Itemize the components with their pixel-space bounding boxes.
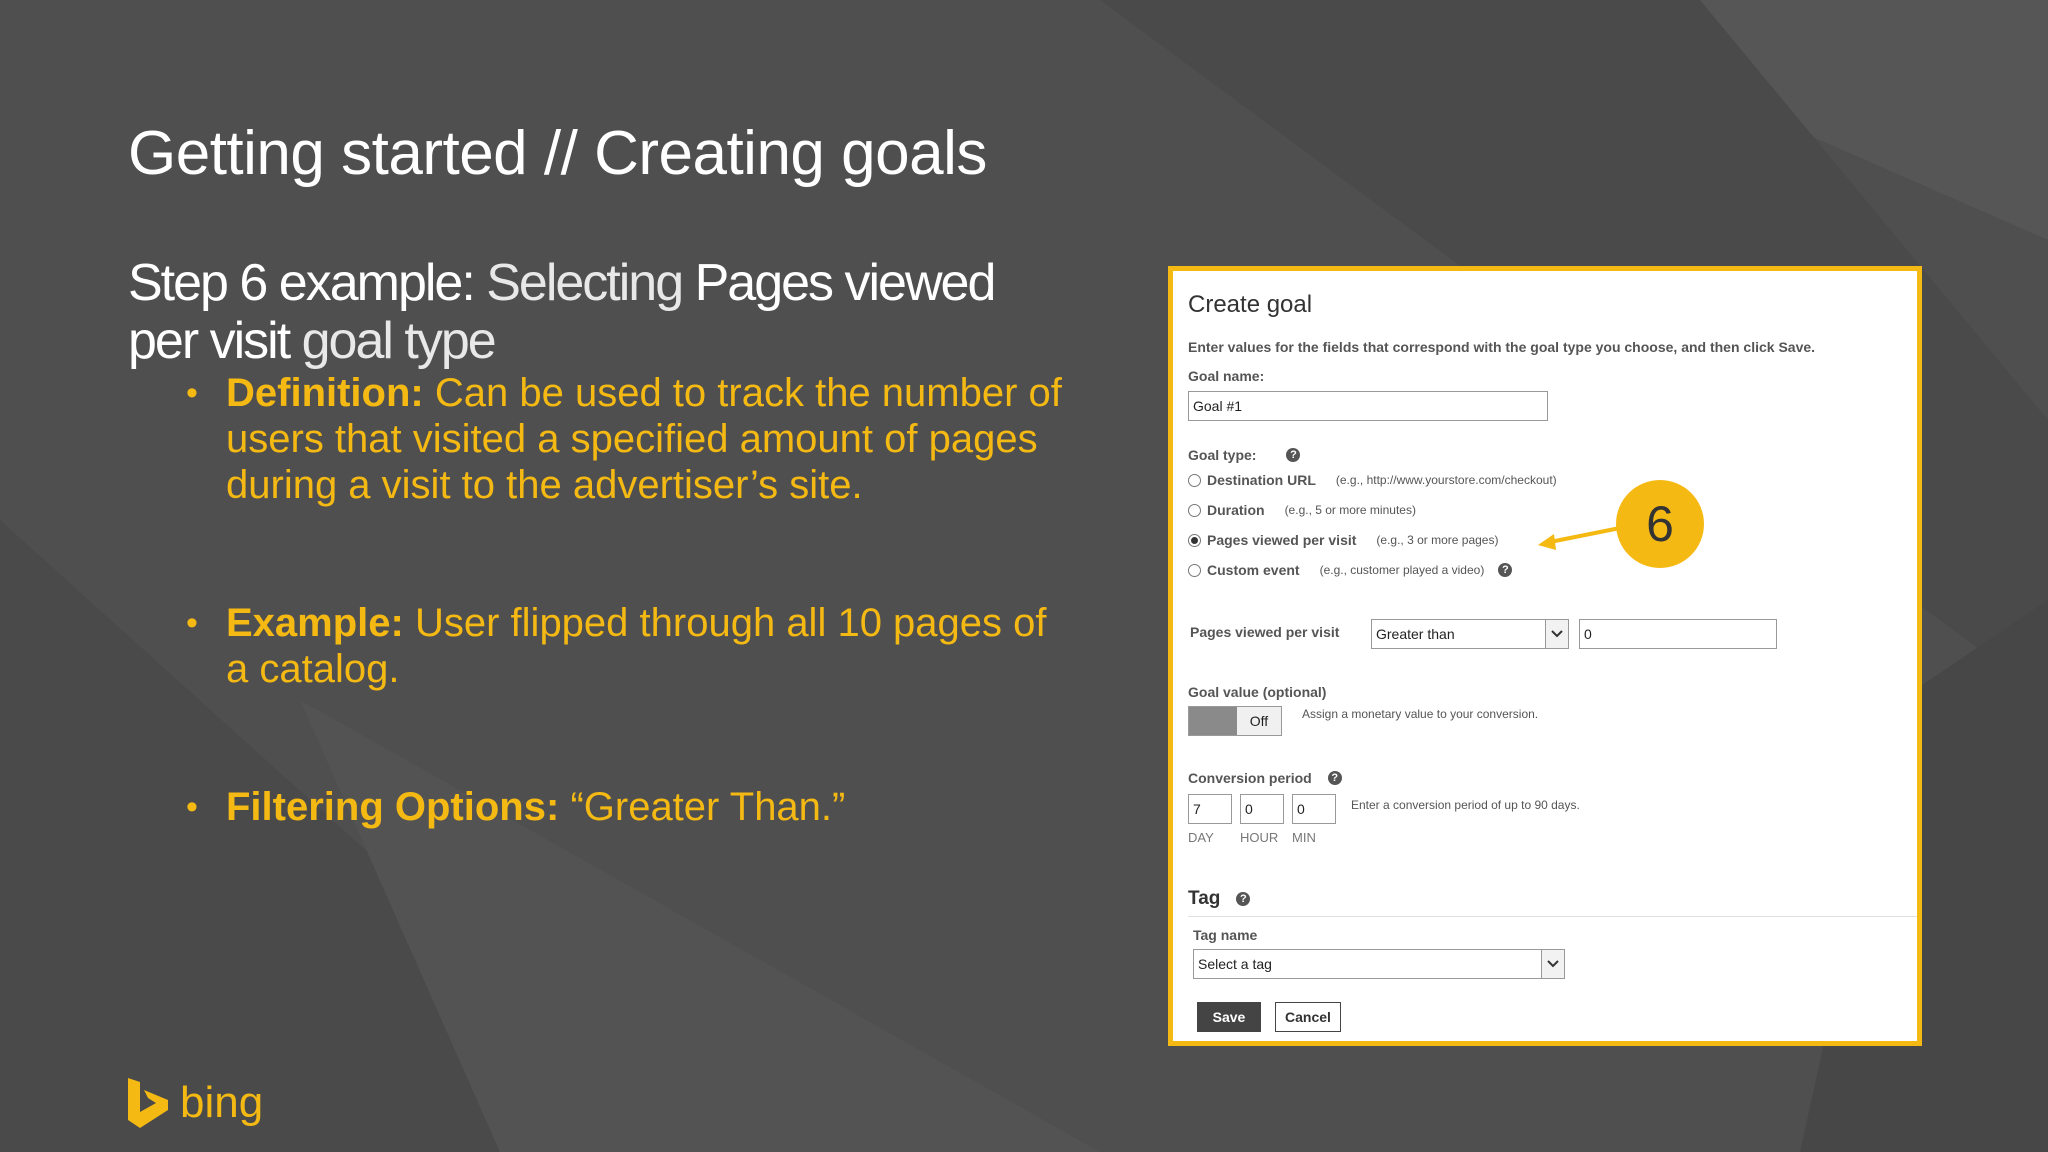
- goal-type-option-label: Custom event: [1207, 562, 1300, 578]
- pages-operator-select[interactable]: Greater than: [1371, 619, 1569, 649]
- pages-viewed-label: Pages viewed per visit: [1190, 624, 1340, 640]
- step-number-badge: 6: [1616, 480, 1704, 568]
- bullet-text: “Greater Than.”: [570, 785, 846, 829]
- callout-arrow-icon: [1538, 526, 1621, 550]
- tag-select[interactable]: Select a tag: [1193, 949, 1565, 979]
- toggle-knob: [1189, 707, 1237, 735]
- tag-name-label: Tag name: [1193, 927, 1258, 943]
- bullet-definition: • Definition: Can be used to track the n…: [186, 370, 1066, 508]
- conversion-day-value: 7: [1193, 801, 1201, 817]
- toggle-state: Off: [1237, 707, 1281, 735]
- cancel-button[interactable]: Cancel: [1275, 1002, 1341, 1032]
- bullet-filtering: • Filtering Options: “Greater Than.”: [186, 784, 1066, 830]
- goal-type-label: Goal type:: [1188, 447, 1257, 463]
- help-icon[interactable]: ?: [1498, 563, 1513, 577]
- goal-type-option-pages-viewed[interactable]: Pages viewed per visit (e.g., 3 or more …: [1188, 532, 1498, 548]
- unit-min-label: MIN: [1292, 830, 1316, 845]
- bullet-example: • Example: User flipped through all 10 p…: [186, 600, 1066, 692]
- tag-header: Tag ?: [1188, 888, 1251, 910]
- subtitle-step: Step 6 example:: [128, 254, 476, 312]
- radio-button[interactable]: [1188, 503, 1201, 517]
- subtitle-goal-type: goal type: [301, 312, 497, 370]
- goal-name-input[interactable]: Goal #1: [1188, 391, 1548, 421]
- help-icon[interactable]: ?: [1286, 448, 1301, 462]
- unit-hour-label: HOUR: [1240, 830, 1279, 845]
- goal-value-label: Goal value (optional): [1188, 684, 1327, 700]
- bullet-label: Example:: [226, 601, 404, 645]
- slide-subtitle: Step 6 example: Selecting Pages viewed p…: [128, 254, 1028, 370]
- goal-type-option-hint: (e.g., 3 or more pages): [1376, 533, 1499, 547]
- goal-type-option-custom-event[interactable]: Custom event (e.g., customer played a vi…: [1188, 562, 1513, 578]
- bing-wordmark: bing: [180, 1078, 264, 1127]
- bullet-label: Definition:: [226, 371, 424, 415]
- goal-value-toggle[interactable]: Off: [1188, 706, 1282, 736]
- conversion-day-input[interactable]: 7: [1188, 794, 1232, 824]
- goal-type-option-label: Destination URL: [1207, 472, 1316, 488]
- conversion-hour-input[interactable]: 0: [1240, 794, 1284, 824]
- pages-operator-value: Greater than: [1376, 626, 1455, 642]
- radio-button-selected[interactable]: [1188, 533, 1201, 547]
- pages-value-input[interactable]: 0: [1579, 619, 1777, 649]
- section-divider: [1188, 916, 1917, 917]
- bing-b-icon: [128, 1078, 168, 1128]
- bullet-dot-icon: •: [186, 604, 198, 642]
- goal-type-option-destination-url[interactable]: Destination URL (e.g., http://www.yourst…: [1188, 472, 1557, 488]
- dialog-title: Create goal: [1188, 291, 1313, 318]
- help-icon[interactable]: ?: [1327, 771, 1342, 785]
- conversion-period-header: Conversion period ?: [1188, 770, 1342, 786]
- goal-type-option-hint: (e.g., 5 or more minutes): [1284, 503, 1416, 517]
- goal-type-option-hint: (e.g., customer played a video): [1319, 563, 1485, 577]
- goal-name-value: Goal #1: [1193, 398, 1243, 414]
- pages-value: 0: [1584, 626, 1592, 642]
- create-goal-dialog: Create goal Enter values for the fields …: [1168, 266, 1922, 1046]
- tag-heading: Tag: [1188, 888, 1221, 909]
- unit-day-label: DAY: [1188, 830, 1214, 845]
- bullet-label: Filtering Options:: [226, 785, 560, 829]
- goal-type-header: Goal type: ?: [1188, 447, 1301, 463]
- goal-value-hint: Assign a monetary value to your conversi…: [1302, 707, 1539, 721]
- help-icon[interactable]: ?: [1236, 892, 1251, 906]
- goal-name-label: Goal name:: [1188, 368, 1265, 384]
- dialog-instructions: Enter values for the fields that corresp…: [1188, 339, 1816, 355]
- chevron-down-icon: [1545, 620, 1568, 648]
- goal-type-option-label: Pages viewed per visit: [1207, 532, 1357, 548]
- subtitle-selecting: Selecting: [486, 254, 684, 312]
- tag-select-value: Select a tag: [1198, 956, 1272, 972]
- goal-type-option-label: Duration: [1207, 502, 1265, 518]
- goal-type-option-duration[interactable]: Duration (e.g., 5 or more minutes): [1188, 502, 1416, 518]
- bing-logo: bing: [128, 1078, 263, 1128]
- goal-type-option-hint: (e.g., http://www.yourstore.com/checkout…: [1335, 473, 1557, 487]
- conversion-min-input[interactable]: 0: [1292, 794, 1336, 824]
- radio-button[interactable]: [1188, 473, 1201, 487]
- radio-button[interactable]: [1188, 563, 1201, 577]
- chevron-down-icon: [1541, 950, 1564, 978]
- save-button[interactable]: Save: [1197, 1002, 1261, 1032]
- conversion-period-label: Conversion period: [1188, 770, 1312, 786]
- bullet-dot-icon: •: [186, 374, 198, 412]
- conversion-hour-value: 0: [1245, 801, 1253, 817]
- slide-title: Getting started // Creating goals: [128, 119, 987, 188]
- conversion-period-hint: Enter a conversion period of up to 90 da…: [1351, 798, 1580, 812]
- bullet-list: • Definition: Can be used to track the n…: [186, 370, 1066, 922]
- conversion-min-value: 0: [1297, 801, 1305, 817]
- bullet-dot-icon: •: [186, 788, 198, 826]
